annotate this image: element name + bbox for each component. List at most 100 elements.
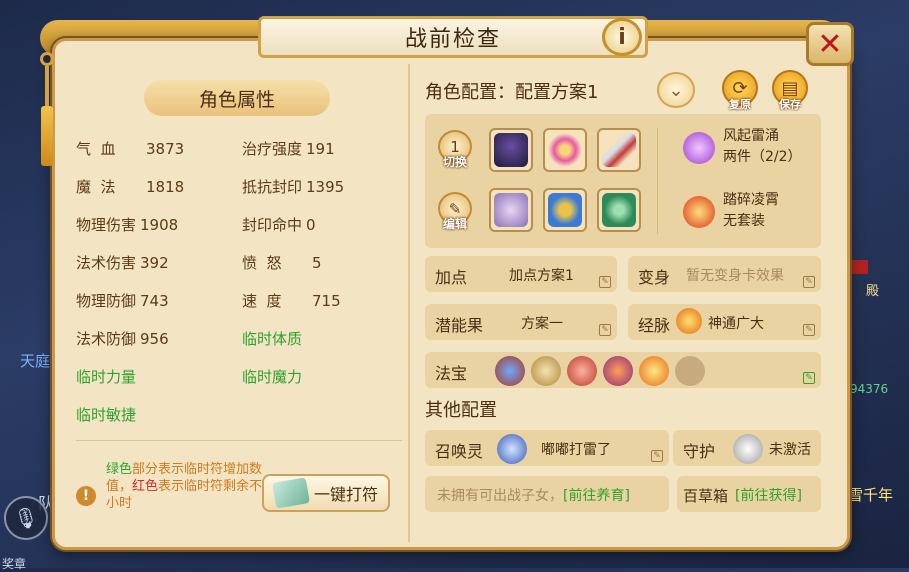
column-separator	[408, 64, 410, 542]
edit-equipment-button[interactable]: ✎ 编辑	[437, 192, 473, 232]
config-dropdown-button[interactable]: ⌄	[657, 72, 695, 108]
charm-paper-icon	[271, 477, 310, 509]
transform-edit-icon[interactable]: ✎	[803, 276, 815, 288]
equipment-box: 1 切换 ✎ 编辑 风起雷涌 两件（2/2） 踏碎凌霄 无套装	[425, 114, 821, 248]
equip-slot-boots[interactable]	[597, 188, 641, 232]
title-plate: 战前检查	[258, 16, 648, 58]
children-text: 未拥有可出战子女，[前往养育]	[437, 488, 630, 504]
summon-value: 嘟嘟打雷了	[541, 442, 611, 458]
transform-value: 暂无变身卡效果	[686, 268, 784, 284]
divider	[76, 440, 402, 441]
guard-row[interactable]: 守护 未激活	[673, 430, 821, 466]
potential-label: 潜能果	[435, 316, 484, 335]
treasure-row[interactable]: 法宝 ✎	[425, 352, 821, 388]
meridian-label: 经脉	[638, 316, 671, 335]
switch-label: 切换	[442, 155, 467, 169]
stat-physical-defense: 物理防御 743	[76, 292, 169, 310]
summon-row[interactable]: 召唤灵 嘟嘟打雷了 ✎	[425, 430, 669, 466]
stat-magic-damage: 法术伤害 392	[76, 254, 169, 272]
equipment-separator	[657, 128, 658, 234]
equip-slot-belt[interactable]	[543, 188, 587, 232]
stat-physical-damage: 物理伤害 1908	[76, 216, 179, 234]
points-row[interactable]: 加点 加点方案1 ✎	[425, 256, 617, 292]
stat-rage: 愤 怒5	[242, 254, 322, 272]
treasure-slot-4[interactable]	[603, 356, 633, 386]
info-icon: i	[618, 24, 626, 50]
stat-magic-defense: 法术防御 956	[76, 330, 169, 348]
chevron-down-icon: ⌄	[668, 79, 684, 101]
one-click-charm-button[interactable]: 一键打符	[262, 474, 390, 512]
bg-left-label: 天庭	[20, 352, 51, 370]
points-value: 加点方案1	[509, 268, 574, 284]
temp-strength: 临时力量	[76, 368, 137, 386]
children-row: 未拥有可出战子女，[前往养育]	[425, 476, 669, 512]
save-label: 保存	[779, 98, 801, 111]
herb-box-label: 百草箱	[683, 487, 729, 505]
temp-magic: 临时魔力	[242, 368, 303, 386]
role-config-title: 角色配置：配置方案1	[425, 82, 599, 103]
bg-bottom-label[interactable]: 奖章	[2, 555, 26, 572]
transform-label: 变身	[638, 268, 671, 287]
close-button[interactable]: ✕	[806, 22, 854, 66]
stat-speed: 速 度 715	[242, 292, 341, 310]
transform-row[interactable]: 变身 暂无变身卡效果 ✎	[628, 256, 821, 292]
switch-button[interactable]: 1 切换	[437, 130, 473, 170]
window-title: 战前检查	[404, 27, 501, 52]
stat-hp: 气 血 3873	[76, 140, 185, 158]
equip-slot-helmet[interactable]	[489, 128, 533, 172]
go-obtain-link[interactable]: [前往获得]	[735, 485, 802, 505]
meridian-edit-icon[interactable]: ✎	[803, 324, 815, 336]
treasure-slot-2[interactable]	[531, 356, 561, 386]
restore-label: 复原	[729, 98, 751, 111]
meridian-value: 神通广大	[708, 316, 764, 332]
treasure-slot-1[interactable]	[495, 356, 525, 386]
edit-label: 编辑	[442, 217, 467, 231]
microphone-button[interactable]: 🎙	[4, 496, 48, 540]
herb-box-row: 百草箱 [前往获得]	[677, 476, 821, 512]
info-button[interactable]: i	[602, 18, 642, 56]
potential-value: 方案一	[521, 316, 563, 332]
set-2-icon	[683, 196, 715, 228]
set-1-icon	[683, 132, 715, 164]
summon-label: 召唤灵	[435, 442, 484, 461]
treasure-edit-icon[interactable]: ✎	[803, 372, 815, 384]
equip-slot-weapon[interactable]	[597, 128, 641, 172]
meridian-icon	[676, 308, 702, 334]
microphone-icon: 🎙	[13, 506, 39, 530]
potential-edit-icon[interactable]: ✎	[599, 324, 611, 336]
temp-agility: 临时敏捷	[76, 406, 137, 424]
other-config-title: 其他配置	[425, 400, 497, 421]
tassel-decoration	[40, 52, 54, 172]
treasure-slot-5[interactable]	[639, 356, 669, 386]
guard-value: 未激活	[769, 442, 811, 458]
stat-heal-power: 治疗强度 191	[242, 140, 335, 158]
set-2-text: 踏碎凌霄 无套装	[723, 192, 779, 229]
points-edit-icon[interactable]: ✎	[599, 276, 611, 288]
potential-row[interactable]: 潜能果 方案一 ✎	[425, 304, 617, 340]
guard-label: 守护	[683, 442, 716, 461]
meridian-row[interactable]: 经脉 神通广大 ✎	[628, 304, 821, 340]
bg-right-label-1: 殿	[866, 284, 880, 299]
bg-red-badge	[848, 260, 868, 274]
attributes-section: 角色属性 气 血 3873 魔 法 1818 物理伤害 1908 法术伤害 392 物理…	[62, 64, 406, 540]
treasure-slot-empty[interactable]	[675, 356, 705, 386]
temp-vitality: 临时体质	[242, 330, 303, 348]
guard-icon	[733, 434, 763, 464]
summon-edit-icon[interactable]: ✎	[651, 450, 663, 462]
bg-right-label-3: 雪千年	[848, 486, 894, 504]
stat-mp: 魔 法 1818	[76, 178, 185, 196]
charm-tip-text: 绿色部分表示临时符增加数值，红色表示临时符剩余不足1小时	[106, 462, 284, 511]
save-button[interactable]: ▤ 保存	[771, 70, 809, 112]
warning-icon: !	[76, 486, 96, 506]
treasure-slot-3[interactable]	[567, 356, 597, 386]
points-label: 加点	[435, 268, 468, 287]
set-1-text: 风起雷涌 两件（2/2）	[723, 128, 802, 165]
go-raise-link[interactable]: [前往养育]	[563, 488, 630, 504]
restore-button[interactable]: ⟳ 复原	[721, 70, 759, 112]
treasure-label: 法宝	[435, 364, 468, 383]
bg-right-label-2: 94376	[850, 382, 889, 396]
equip-slot-armor[interactable]	[489, 188, 533, 232]
one-click-charm-label: 一键打符	[313, 485, 378, 504]
equip-slot-necklace[interactable]	[543, 128, 587, 172]
summon-icon	[497, 434, 527, 464]
